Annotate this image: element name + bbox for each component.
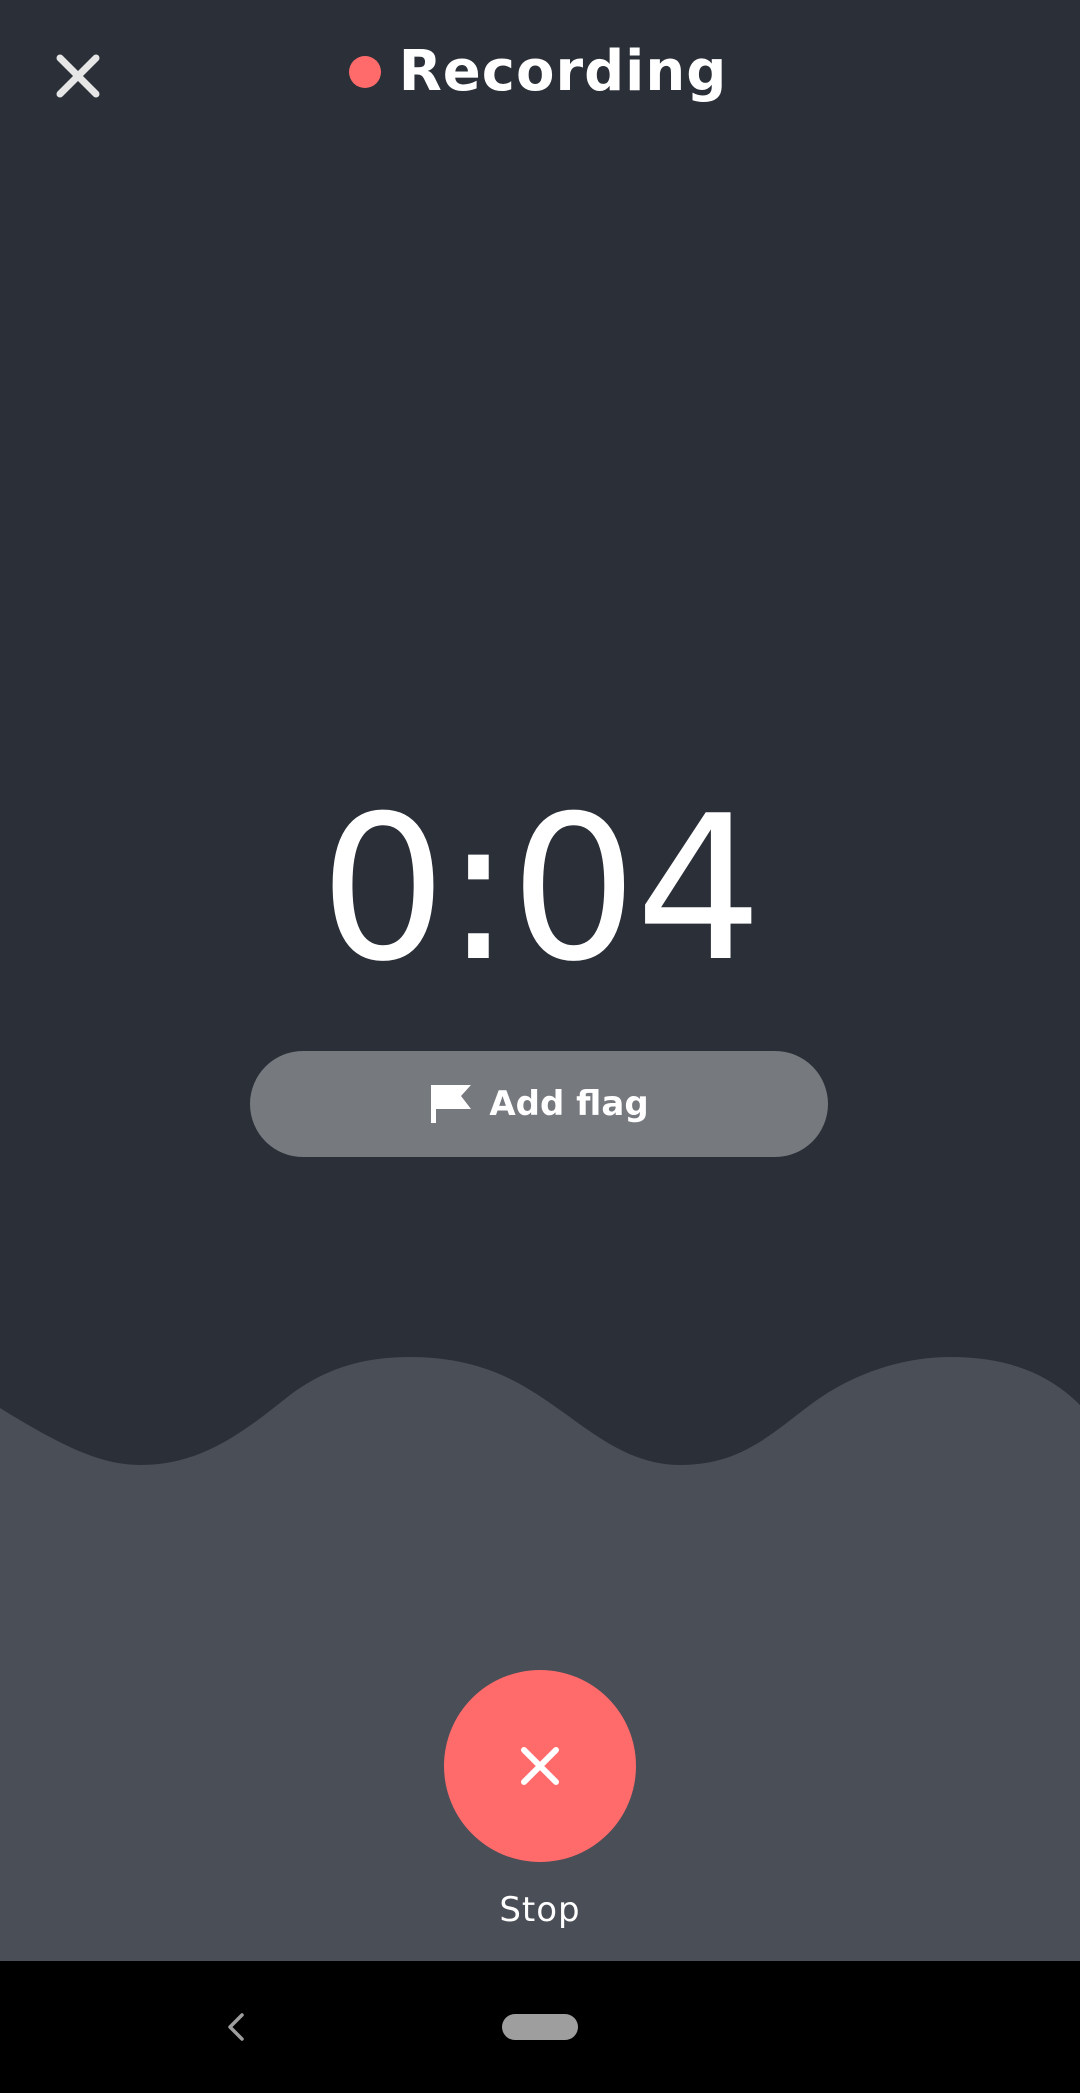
wave-background: [0, 1350, 1080, 1961]
close-icon: [521, 1747, 559, 1785]
title-area: Recording: [0, 34, 1080, 110]
chevron-left-icon: [228, 2013, 244, 2041]
stop-label: Stop: [499, 1890, 581, 1930]
recording-indicator-dot: [348, 56, 381, 88]
stop-button[interactable]: [444, 1670, 636, 1862]
home-pill-icon[interactable]: [502, 2014, 578, 2040]
add-flag-label: Add flag: [489, 1084, 649, 1124]
top-bar: Recording: [0, 0, 1080, 150]
page-title: Recording: [398, 39, 728, 104]
system-navigation-bar: [0, 1961, 1080, 2093]
add-flag-button[interactable]: Add flag: [250, 1051, 828, 1157]
elapsed-timer: 0:04: [319, 773, 762, 1006]
flag-icon: [429, 1083, 473, 1125]
back-button[interactable]: [214, 2001, 258, 2053]
